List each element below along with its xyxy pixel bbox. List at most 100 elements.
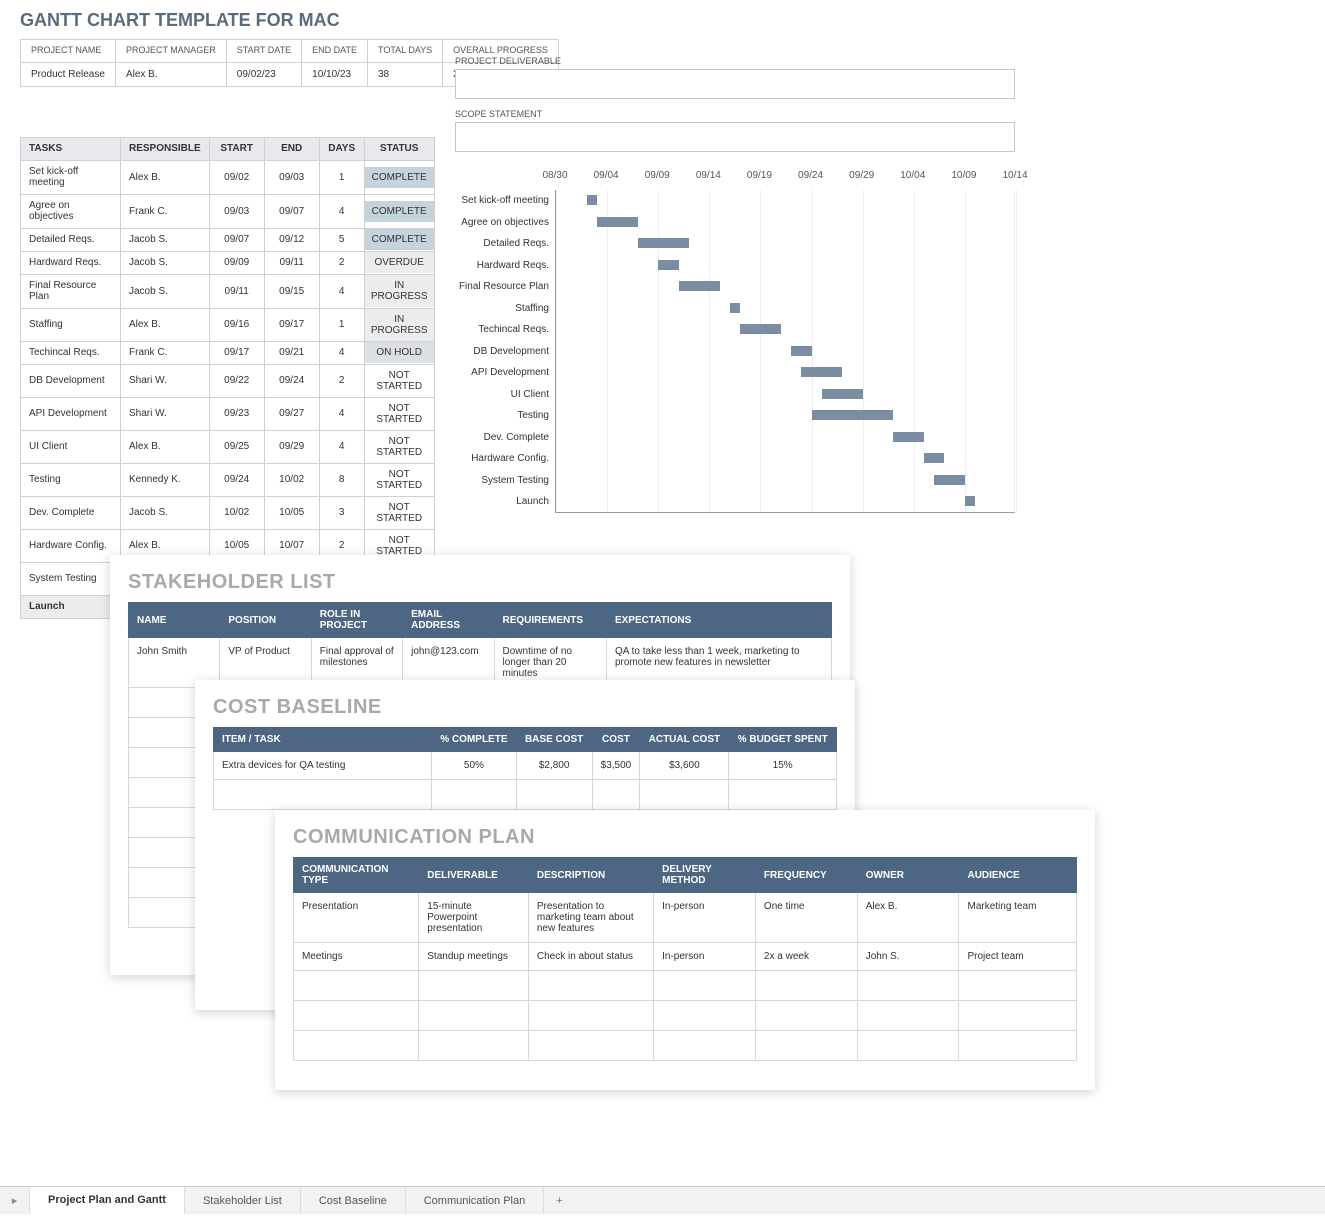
cell[interactable]: DB Development (21, 364, 121, 397)
cell[interactable]: $3,600 (640, 752, 729, 780)
task-row[interactable]: Hardward Reqs.Jacob S.09/0909/112OVERDUE (21, 251, 435, 274)
table-row[interactable]: Extra devices for QA testing 50% $2,800 … (214, 752, 837, 780)
cell[interactable]: 10/05 (264, 496, 319, 529)
add-sheet-button[interactable]: + (544, 1187, 574, 1214)
cell[interactable]: 09/02 (209, 160, 264, 194)
status-cell[interactable]: ON HOLD (364, 341, 434, 364)
status-cell[interactable]: OVERDUE (364, 251, 434, 274)
task-row[interactable]: Techincal Reqs.Frank C.09/1709/214ON HOL… (21, 341, 435, 364)
task-row[interactable]: DB DevelopmentShari W.09/2209/242NOT STA… (21, 364, 435, 397)
cell[interactable]: Dev. Complete (21, 496, 121, 529)
cell[interactable]: Jacob S. (121, 496, 210, 529)
task-row[interactable]: TestingKennedy K.09/2410/028NOT STARTED (21, 463, 435, 496)
tab-communication[interactable]: Communication Plan (406, 1187, 545, 1214)
scope-input[interactable] (455, 122, 1015, 152)
cell[interactable]: Alex B. (857, 893, 959, 943)
cell[interactable]: Check in about status (528, 943, 653, 971)
task-row[interactable]: UI ClientAlex B.09/2509/294NOT STARTED (21, 430, 435, 463)
status-cell[interactable]: COMPLETE (364, 228, 434, 251)
cell[interactable]: API Development (21, 397, 121, 430)
cell[interactable]: Jacob S. (121, 228, 210, 251)
cell[interactable]: Alex B. (121, 308, 210, 341)
cell[interactable]: Detailed Reqs. (21, 228, 121, 251)
cell[interactable]: 15-minute Powerpoint presentation (419, 893, 529, 943)
cell[interactable]: Frank C. (121, 194, 210, 228)
cell[interactable]: 50% (432, 752, 517, 780)
cell[interactable]: 3 (319, 496, 364, 529)
status-cell[interactable]: COMPLETE (364, 194, 434, 228)
cell[interactable]: $3,500 (592, 752, 640, 780)
cell[interactable]: Hardware Config. (21, 529, 121, 562)
cell[interactable]: 5 (319, 228, 364, 251)
cell[interactable]: 09/12 (264, 228, 319, 251)
cell[interactable]: UI Client (21, 430, 121, 463)
cell[interactable]: 1 (319, 308, 364, 341)
cell[interactable]: 09/24 (264, 364, 319, 397)
tab-project-plan[interactable]: Project Plan and Gantt (30, 1187, 185, 1215)
cell[interactable]: In-person (654, 893, 756, 943)
cell[interactable]: 09/23 (209, 397, 264, 430)
cell[interactable]: Final Resource Plan (21, 274, 121, 308)
cell[interactable]: System Testing (21, 562, 121, 595)
cell[interactable]: 15% (729, 752, 837, 780)
table-row[interactable] (214, 780, 837, 810)
cell[interactable]: Standup meetings (419, 943, 529, 971)
cell[interactable]: Meetings (294, 943, 419, 971)
cell[interactable]: Staffing (21, 308, 121, 341)
cell[interactable]: Presentation to marketing team about new… (528, 893, 653, 943)
cell[interactable]: 2 (319, 251, 364, 274)
cell[interactable]: $2,800 (516, 752, 592, 780)
task-row[interactable]: StaffingAlex B.09/1609/171IN PROGRESS (21, 308, 435, 341)
info-name[interactable]: Product Release (21, 62, 116, 86)
cell[interactable]: 09/03 (209, 194, 264, 228)
cell[interactable]: 4 (319, 274, 364, 308)
cell[interactable]: 09/07 (209, 228, 264, 251)
task-row[interactable]: API DevelopmentShari W.09/2309/274NOT ST… (21, 397, 435, 430)
cell[interactable]: 10/02 (209, 496, 264, 529)
cell[interactable]: Marketing team (959, 893, 1077, 943)
tab-scroll-icon[interactable]: ▸ (0, 1187, 30, 1214)
table-row[interactable]: Presentation 15-minute Powerpoint presen… (294, 893, 1077, 943)
cell[interactable]: Testing (21, 463, 121, 496)
info-days[interactable]: 38 (367, 62, 442, 86)
cell[interactable]: 09/29 (264, 430, 319, 463)
deliverable-input[interactable] (455, 69, 1015, 99)
task-row[interactable]: Agree on objectivesFrank C.09/0309/074CO… (21, 194, 435, 228)
table-row[interactable] (294, 1001, 1077, 1031)
info-manager[interactable]: Alex B. (115, 62, 226, 86)
cell[interactable]: Hardward Reqs. (21, 251, 121, 274)
task-row[interactable]: Detailed Reqs.Jacob S.09/0709/125COMPLET… (21, 228, 435, 251)
cell[interactable]: Presentation (294, 893, 419, 943)
cell[interactable]: 09/11 (209, 274, 264, 308)
cell[interactable]: 09/17 (209, 341, 264, 364)
cell[interactable]: In-person (654, 943, 756, 971)
cell[interactable]: 09/16 (209, 308, 264, 341)
cell[interactable]: 09/09 (209, 251, 264, 274)
cell[interactable]: Agree on objectives (21, 194, 121, 228)
task-row[interactable]: Final Resource PlanJacob S.09/1109/154IN… (21, 274, 435, 308)
table-row[interactable]: Meetings Standup meetings Check in about… (294, 943, 1077, 971)
cell[interactable]: 10/02 (264, 463, 319, 496)
status-cell[interactable]: NOT STARTED (364, 430, 434, 463)
cell[interactable]: Kennedy K. (121, 463, 210, 496)
cell[interactable]: Jacob S. (121, 251, 210, 274)
cell[interactable]: Jacob S. (121, 274, 210, 308)
cell[interactable]: Shari W. (121, 364, 210, 397)
cell[interactable]: 4 (319, 194, 364, 228)
cell[interactable]: 2x a week (755, 943, 857, 971)
cell[interactable]: One time (755, 893, 857, 943)
cell[interactable]: 09/21 (264, 341, 319, 364)
cell[interactable]: 2 (319, 364, 364, 397)
status-cell[interactable]: NOT STARTED (364, 463, 434, 496)
cell[interactable]: 09/27 (264, 397, 319, 430)
tab-cost[interactable]: Cost Baseline (301, 1187, 406, 1214)
cell[interactable]: 4 (319, 430, 364, 463)
cell[interactable]: 09/24 (209, 463, 264, 496)
table-row[interactable] (294, 1031, 1077, 1061)
cell[interactable]: 09/11 (264, 251, 319, 274)
info-end[interactable]: 10/10/23 (302, 62, 368, 86)
cell[interactable]: 09/17 (264, 308, 319, 341)
status-cell[interactable]: NOT STARTED (364, 496, 434, 529)
cell[interactable]: Techincal Reqs. (21, 341, 121, 364)
cell[interactable]: Alex B. (121, 160, 210, 194)
